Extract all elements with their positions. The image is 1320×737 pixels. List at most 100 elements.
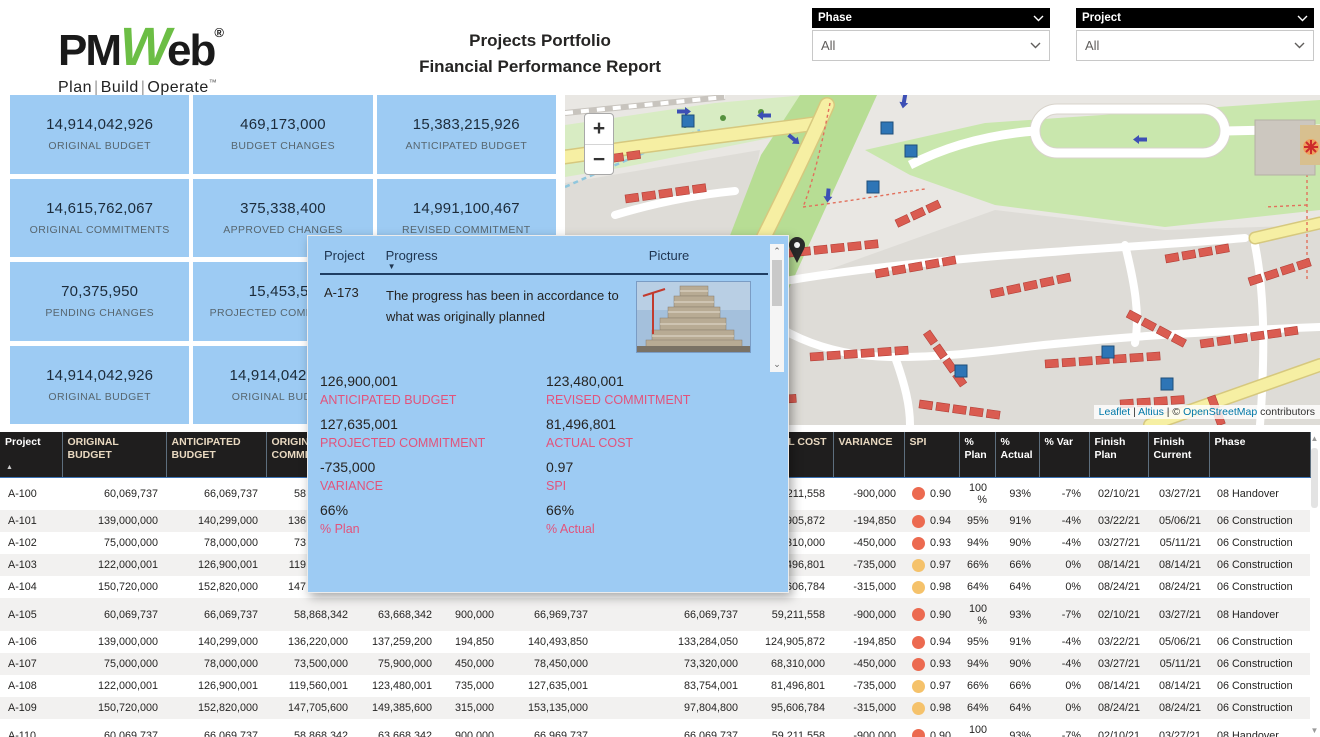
kpi-label: ANTICIPATED BUDGET xyxy=(405,140,527,152)
table-cell: 06 Construction xyxy=(1209,510,1310,532)
table-cell: -4% xyxy=(1039,510,1089,532)
phase-slicer-header[interactable]: Phase xyxy=(812,8,1050,28)
table-cell: 06 Construction xyxy=(1209,554,1310,576)
table-cell: 06 Construction xyxy=(1209,697,1310,719)
altius-link[interactable]: Altius xyxy=(1138,406,1164,418)
table-cell: 133,284,050 xyxy=(596,631,746,653)
scroll-down-icon[interactable]: ▼ xyxy=(1310,726,1319,735)
project-slicer-header[interactable]: Project xyxy=(1076,8,1314,28)
column-header[interactable]: Phase xyxy=(1209,432,1310,477)
column-header[interactable]: VARIANCE xyxy=(833,432,904,477)
page-title: Projects Portfolio Financial Performance… xyxy=(330,28,750,80)
registered-mark: ® xyxy=(214,25,224,40)
table-row[interactable]: A-109150,720,000152,820,000147,705,60014… xyxy=(0,697,1310,719)
spi-status-icon xyxy=(912,537,925,550)
tooltip-metric: 66%% Plan xyxy=(320,502,546,536)
table-cell: 64% xyxy=(959,697,995,719)
phase-slicer-dropdown[interactable]: All xyxy=(812,30,1050,61)
table-cell: 100 % xyxy=(959,598,995,631)
table-cell: 66,069,737 xyxy=(596,719,746,737)
table-cell: 05/11/21 xyxy=(1148,653,1209,675)
column-header[interactable]: Finish Plan xyxy=(1089,432,1148,477)
table-cell: 0.94 xyxy=(904,631,959,653)
table-cell: 03/27/21 xyxy=(1089,653,1148,675)
zoom-out-button[interactable]: − xyxy=(585,145,613,175)
table-row[interactable]: A-10560,069,73766,069,73758,868,34263,66… xyxy=(0,598,1310,631)
column-header[interactable]: SPI xyxy=(904,432,959,477)
pmweb-logo-wordmark: PMWeb® xyxy=(58,8,224,76)
table-cell: 60,069,737 xyxy=(62,477,166,510)
map-data-marker[interactable] xyxy=(881,122,893,134)
table-row[interactable]: A-106139,000,000140,299,000136,220,00013… xyxy=(0,631,1310,653)
metric-value: -735,000 xyxy=(320,459,546,475)
map-data-marker[interactable] xyxy=(1102,346,1114,358)
table-cell: 63,668,342 xyxy=(356,719,440,737)
table-cell: 122,000,001 xyxy=(62,554,166,576)
column-header[interactable]: ORIGINAL BUDGET xyxy=(62,432,166,477)
sort-descending-icon: ▼ xyxy=(388,262,396,271)
table-cell: 05/06/21 xyxy=(1148,510,1209,532)
project-slicer-dropdown[interactable]: All xyxy=(1076,30,1314,61)
tooltip-scrollbar[interactable]: ⌃ ⌄ xyxy=(770,244,784,372)
table-cell: 152,820,000 xyxy=(166,576,266,598)
table-cell: 123,480,001 xyxy=(356,675,440,697)
map-data-marker[interactable] xyxy=(905,145,917,157)
table-cell: 95% xyxy=(959,510,995,532)
column-header[interactable]: % Var xyxy=(1039,432,1089,477)
table-cell: 93% xyxy=(995,477,1039,510)
kpi-card: 469,173,000BUDGET CHANGES xyxy=(193,95,372,174)
tooltip-table-row: A-173 The progress has been in accordanc… xyxy=(320,275,768,363)
kpi-label: ORIGINAL COMMITMENTS xyxy=(30,224,170,236)
table-cell: 08 Handover xyxy=(1209,477,1310,510)
scrollbar-thumb[interactable] xyxy=(772,260,782,306)
table-cell: -735,000 xyxy=(833,675,904,697)
map-data-marker[interactable] xyxy=(1161,378,1173,390)
project-slicer: Project All xyxy=(1076,8,1314,61)
tooltip-column-project: Project xyxy=(324,248,386,263)
table-cell: 02/10/21 xyxy=(1089,719,1148,737)
tooltip-metric: 81,496,801ACTUAL COST xyxy=(546,416,776,450)
table-cell: 0% xyxy=(1039,697,1089,719)
kpi-value: 14,914,042,926 xyxy=(46,116,153,133)
table-cell: 08/24/21 xyxy=(1148,576,1209,598)
table-cell: 194,850 xyxy=(440,631,502,653)
table-cell: 90% xyxy=(995,653,1039,675)
table-cell: 147,705,600 xyxy=(266,697,356,719)
table-cell: 06 Construction xyxy=(1209,653,1310,675)
table-row[interactable]: A-10775,000,00078,000,00073,500,00075,90… xyxy=(0,653,1310,675)
column-header[interactable]: ANTICIPATED BUDGET xyxy=(166,432,266,477)
table-row[interactable]: A-108122,000,001126,900,001119,560,00112… xyxy=(0,675,1310,697)
table-cell: 140,299,000 xyxy=(166,510,266,532)
metric-label: VARIANCE xyxy=(320,479,546,493)
table-cell: 58,868,342 xyxy=(266,719,356,737)
slicer-selected-value: All xyxy=(1085,38,1099,53)
tooltip-metrics: 126,900,001ANTICIPATED BUDGET123,480,001… xyxy=(320,373,776,536)
table-cell: 83,754,001 xyxy=(596,675,746,697)
scroll-up-icon[interactable]: ▲ xyxy=(1310,434,1319,443)
map-data-marker[interactable] xyxy=(867,181,879,193)
scrollbar-thumb[interactable] xyxy=(1311,448,1318,508)
column-header[interactable]: % Plan xyxy=(959,432,995,477)
scroll-up-icon[interactable]: ⌃ xyxy=(770,246,784,257)
table-row[interactable]: A-11060,069,73766,069,73758,868,34263,66… xyxy=(0,719,1310,737)
openstreetmap-link[interactable]: OpenStreetMap xyxy=(1183,406,1257,418)
map-data-marker[interactable] xyxy=(682,115,694,127)
scroll-down-icon[interactable]: ⌄ xyxy=(770,359,784,370)
table-cell: -315,000 xyxy=(833,697,904,719)
table-cell: 0% xyxy=(1039,576,1089,598)
column-header[interactable]: Finish Current xyxy=(1148,432,1209,477)
table-cell: 0.98 xyxy=(904,576,959,598)
table-cell: 03/22/21 xyxy=(1089,631,1148,653)
hover-tooltip-card: Project Progress▼ Picture A-173 The prog… xyxy=(307,235,789,593)
table-cell: 0.97 xyxy=(904,554,959,576)
table-cell: 02/10/21 xyxy=(1089,477,1148,510)
leaflet-link[interactable]: Leaflet xyxy=(1099,406,1131,418)
table-cell: -900,000 xyxy=(833,719,904,737)
map-data-marker[interactable] xyxy=(955,365,967,377)
column-header[interactable]: % Actual xyxy=(995,432,1039,477)
table-scrollbar[interactable]: ▲ ▼ xyxy=(1310,434,1319,735)
column-header[interactable]: Project▲ xyxy=(0,432,62,477)
slicer-title: Project xyxy=(1082,12,1121,24)
zoom-in-button[interactable]: + xyxy=(585,114,613,144)
chevron-down-icon xyxy=(1294,42,1305,49)
